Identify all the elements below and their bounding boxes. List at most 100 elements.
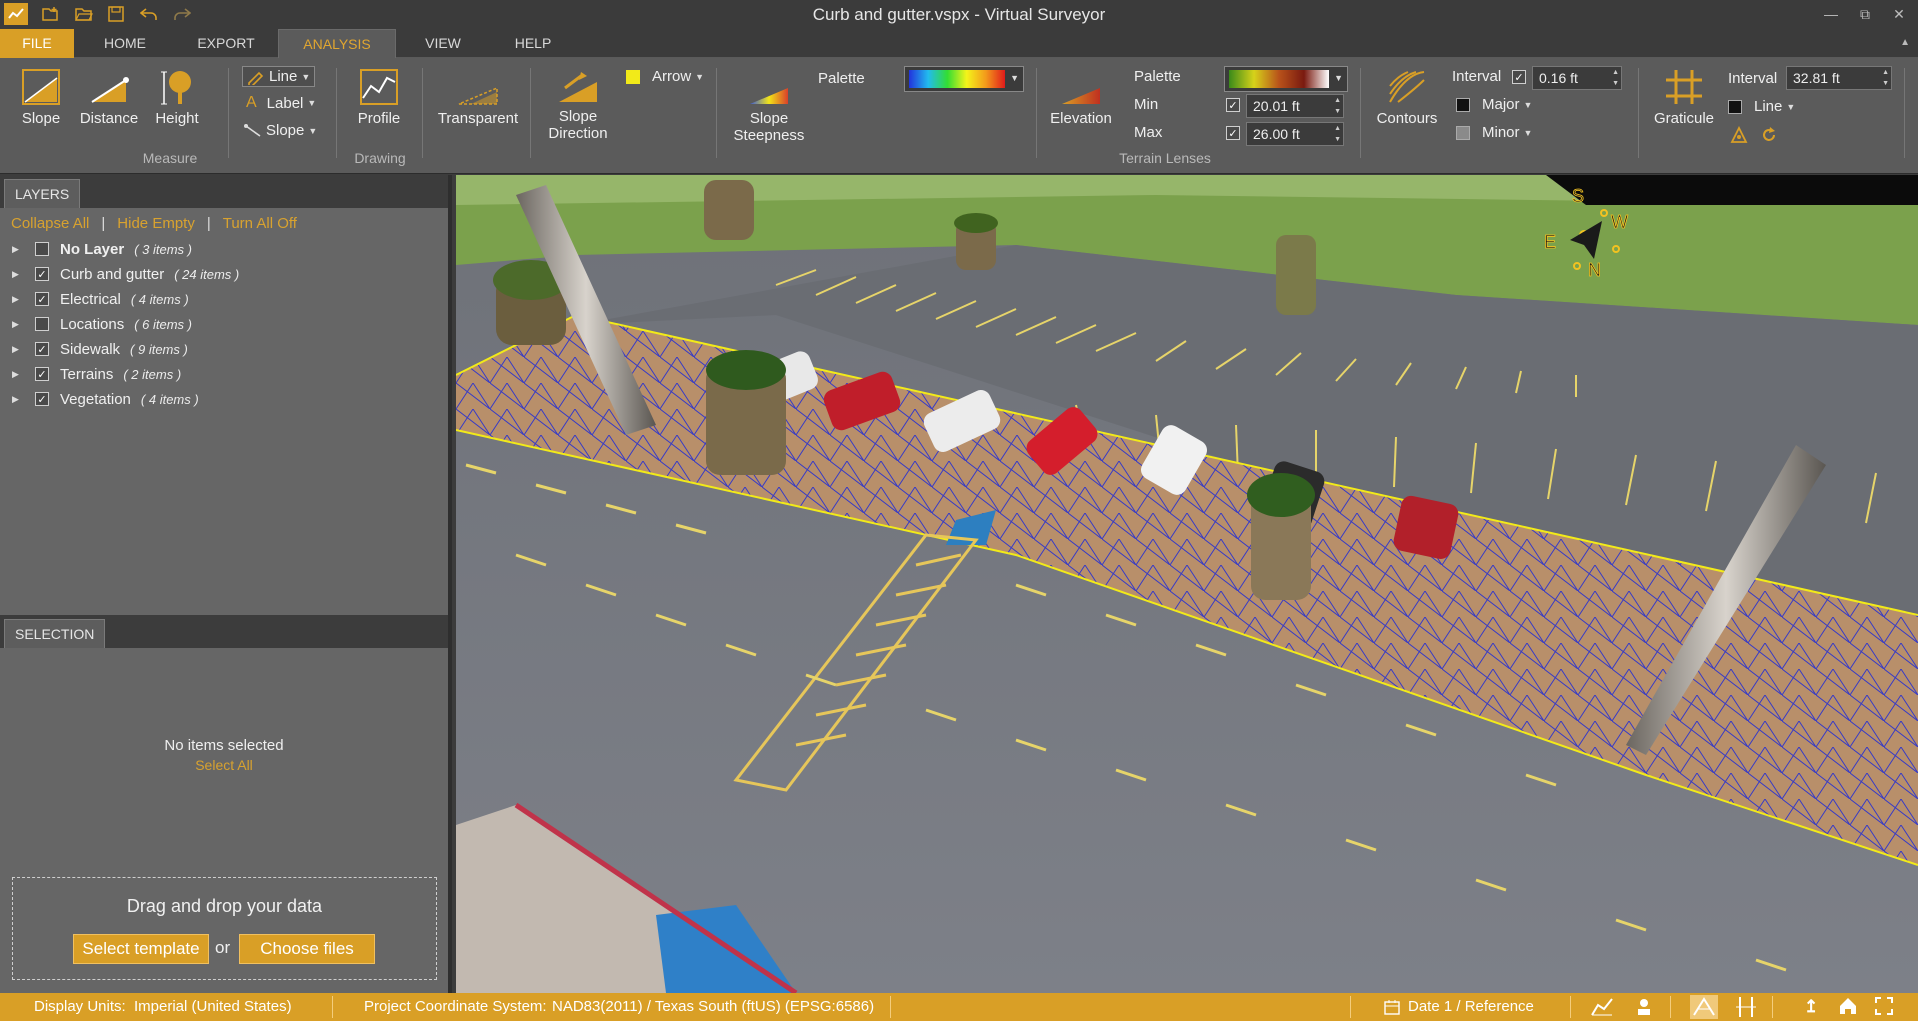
expand-arrow-icon[interactable]: ▶ xyxy=(12,319,22,330)
expand-arrow-icon[interactable]: ▶ xyxy=(12,244,22,255)
layer-row[interactable]: ▶ No Layer ( 3 items ) xyxy=(12,238,192,260)
graticule-line-dropdown[interactable]: Line ▼ xyxy=(1728,98,1795,115)
min-elevation-input[interactable]: 20.01 ft ▲ ▼ xyxy=(1246,94,1344,118)
graticule-interval-input[interactable]: 32.81 ft ▲ ▼ xyxy=(1786,66,1892,90)
layer-visibility-checkbox[interactable]: ✓ xyxy=(35,367,49,381)
hide-empty-link[interactable]: Hide Empty xyxy=(117,215,195,232)
collapse-all-link[interactable]: Collapse All xyxy=(11,215,89,232)
max-label: Max xyxy=(1134,124,1163,141)
home-view-icon[interactable] xyxy=(1838,996,1858,1020)
restore-button[interactable]: ⧉ xyxy=(1850,3,1880,25)
arrow-style-dropdown[interactable]: Arrow ▼ xyxy=(626,68,704,85)
layer-name: Vegetation xyxy=(60,390,131,408)
minimize-button[interactable]: — xyxy=(1816,3,1846,25)
layers-tab[interactable]: LAYERS xyxy=(4,179,81,208)
elevation-lens-button[interactable]: Elevation xyxy=(1046,84,1116,127)
layer-row[interactable]: ▶ ✓ Sidewalk ( 9 items ) xyxy=(12,338,188,360)
min-checkbox[interactable]: ✓ xyxy=(1226,98,1240,112)
elevation-palette-dropdown[interactable]: ▼ xyxy=(1224,66,1348,92)
steepness-palette-dropdown[interactable]: ▼ xyxy=(904,66,1024,92)
max-elevation-input[interactable]: 26.00 ft ▲ ▼ xyxy=(1246,122,1344,146)
expand-arrow-icon[interactable]: ▶ xyxy=(12,394,22,405)
turn-all-off-link[interactable]: Turn All Off xyxy=(223,215,297,232)
contours-button[interactable]: Contours xyxy=(1370,68,1444,127)
expand-arrow-icon[interactable]: ▶ xyxy=(12,294,22,305)
pin-icon[interactable] xyxy=(1634,997,1654,1021)
tab-home[interactable]: HOME xyxy=(86,29,164,58)
profile-chart-icon[interactable] xyxy=(1590,997,1614,1021)
max-value: 26.00 ft xyxy=(1253,126,1300,142)
draw-label-dropdown[interactable]: A Label ▼ xyxy=(246,94,316,112)
layer-visibility-checkbox[interactable]: ✓ xyxy=(35,292,49,306)
graticule-reset-icon[interactable] xyxy=(1760,126,1778,144)
collapse-ribbon-icon[interactable]: ▲ xyxy=(1900,37,1910,48)
layer-item-count: ( 6 items ) xyxy=(134,316,193,332)
status-separator xyxy=(1350,996,1351,1018)
minor-contour-dropdown[interactable]: Minor ▼ xyxy=(1456,124,1532,141)
layer-visibility-checkbox[interactable]: ✓ xyxy=(35,342,49,356)
close-button[interactable]: ✕ xyxy=(1884,3,1914,25)
measure-group-label: Measure xyxy=(142,150,198,166)
tab-export[interactable]: EXPORT xyxy=(186,29,266,58)
layer-item-count: ( 3 items ) xyxy=(134,241,192,257)
layer-row[interactable]: ▶ ✓ Curb and gutter ( 24 items ) xyxy=(12,263,239,285)
north-up-icon[interactable]: ↥ xyxy=(1804,997,1818,1017)
draw-label-label: Label xyxy=(266,94,304,112)
distance-measure-icon xyxy=(91,77,129,103)
slope-steepness-button[interactable]: Slope Steepness xyxy=(728,84,810,144)
layer-visibility-checkbox[interactable]: ✓ xyxy=(35,267,49,281)
fullscreen-icon[interactable] xyxy=(1874,996,1894,1020)
crs-value[interactable]: NAD83(2011) / Texas South (ftUS) (EPSG:6… xyxy=(552,998,874,1015)
ribbon-separator xyxy=(422,68,423,158)
contour-interval-checkbox[interactable]: ✓ xyxy=(1512,70,1526,84)
contour-interval-input[interactable]: 0.16 ft ▲ ▼ xyxy=(1532,66,1622,90)
transparent-lens-button[interactable]: Transparent xyxy=(432,84,524,127)
layer-visibility-checkbox[interactable] xyxy=(35,317,49,331)
measure-height-button[interactable]: Height xyxy=(148,68,206,127)
ribbon-separator xyxy=(336,68,337,158)
expand-arrow-icon[interactable]: ▶ xyxy=(12,369,22,380)
layer-visibility-checkbox[interactable] xyxy=(35,242,49,256)
profile-button[interactable]: Profile xyxy=(350,68,408,127)
calendar-icon[interactable] xyxy=(1384,999,1400,1019)
choose-files-button[interactable]: Choose files xyxy=(239,934,375,964)
selection-tab[interactable]: SELECTION xyxy=(4,619,106,648)
compass-s: S xyxy=(1572,186,1584,206)
3d-viewport[interactable]: S W E N xyxy=(456,175,1918,993)
measure-slope-button[interactable]: Slope xyxy=(12,68,70,127)
max-checkbox[interactable]: ✓ xyxy=(1226,126,1240,140)
tab-analysis[interactable]: ANALYSIS xyxy=(278,29,396,58)
draw-slope-dropdown[interactable]: Slope ▼ xyxy=(244,122,317,139)
slope-direction-button[interactable]: Slope Direction xyxy=(540,68,616,142)
terrain-lenses-group-label: Terrain Lenses xyxy=(1119,150,1211,166)
select-all-link[interactable]: Select All xyxy=(0,757,448,773)
layer-row[interactable]: ▶ ✓ Terrains ( 2 items ) xyxy=(12,363,181,385)
layer-row[interactable]: ▶ Locations ( 6 items ) xyxy=(12,313,192,335)
display-units-value[interactable]: Imperial (United States) xyxy=(134,998,292,1015)
void-region xyxy=(1546,175,1918,205)
tab-file[interactable]: FILE xyxy=(0,29,74,58)
layer-row[interactable]: ▶ ✓ Electrical ( 4 items ) xyxy=(12,288,189,310)
contours-label: Contours xyxy=(1376,110,1438,127)
compass-w: W xyxy=(1611,212,1628,232)
layer-visibility-checkbox[interactable]: ✓ xyxy=(35,392,49,406)
layer-row[interactable]: ▶ ✓ Vegetation ( 4 items ) xyxy=(12,388,199,410)
contour-interval-value: 0.16 ft xyxy=(1539,70,1578,86)
graticule-button[interactable]: Graticule xyxy=(1644,68,1724,127)
scene-canvas[interactable]: S W E N xyxy=(456,175,1918,993)
expand-arrow-icon[interactable]: ▶ xyxy=(12,344,22,355)
select-template-button[interactable]: Select template xyxy=(73,934,209,964)
arrow-label: Arrow xyxy=(652,68,692,85)
drop-zone[interactable]: Drag and drop your data Select template … xyxy=(12,877,437,980)
terrain-view-icon[interactable] xyxy=(1690,995,1718,1019)
tab-help[interactable]: HELP xyxy=(500,29,566,58)
date-reference[interactable]: Date 1 / Reference xyxy=(1408,998,1534,1015)
expand-arrow-icon[interactable]: ▶ xyxy=(12,269,22,280)
tab-view[interactable]: VIEW xyxy=(410,29,476,58)
measure-distance-button[interactable]: Distance xyxy=(76,68,142,127)
layer-item-count: ( 24 items ) xyxy=(174,266,240,282)
graticule-settings-icon[interactable] xyxy=(1730,126,1748,144)
measure-view-icon[interactable] xyxy=(1734,995,1758,1021)
draw-line-dropdown[interactable]: Line ▼ xyxy=(242,66,316,87)
major-contour-dropdown[interactable]: Major ▼ xyxy=(1456,96,1532,113)
